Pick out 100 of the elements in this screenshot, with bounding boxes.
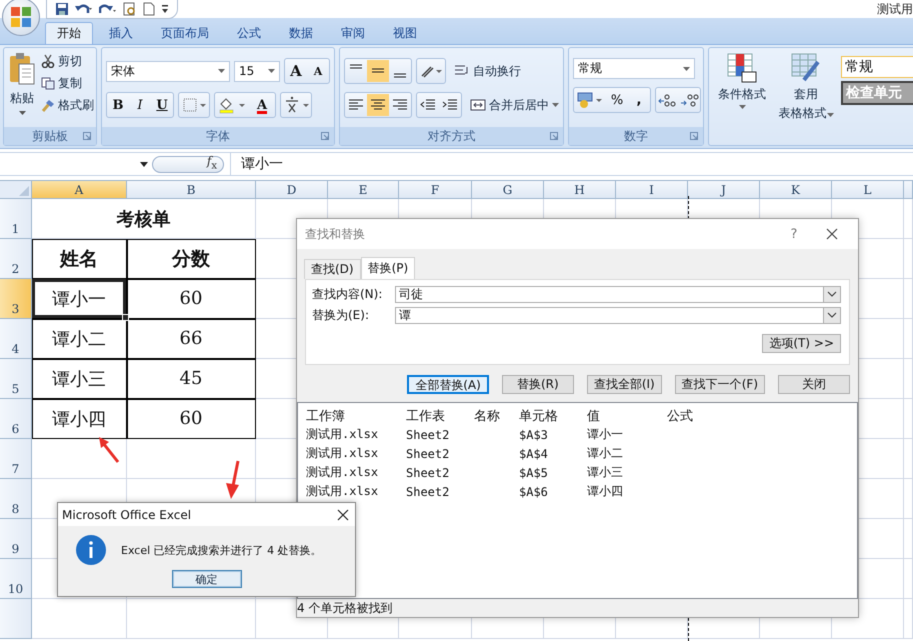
number-format-dropdown[interactable]: 常规: [573, 58, 695, 79]
column-header[interactable]: 公式: [667, 406, 787, 424]
dialog-button[interactable]: 全部替换(A): [407, 375, 489, 394]
row-header[interactable]: 10: [0, 559, 32, 599]
table-cell[interactable]: 45: [127, 359, 256, 399]
empty-cell[interactable]: [904, 439, 913, 479]
row-header[interactable]: 7: [0, 439, 32, 479]
cell-style-normal[interactable]: 常规: [841, 56, 913, 78]
row-header[interactable]: 3: [0, 279, 32, 319]
column-header[interactable]: B: [127, 181, 256, 199]
result-cell[interactable]: $A$4: [519, 446, 587, 460]
row-header[interactable]: 2: [0, 239, 32, 279]
empty-cell[interactable]: [904, 239, 913, 279]
column-header[interactable]: H: [544, 181, 616, 199]
dialog-button[interactable]: 查找全部(I): [586, 375, 662, 394]
merge-center-button[interactable]: 合并后居中: [470, 96, 559, 114]
dropdown-icon[interactable]: [140, 162, 148, 166]
result-cell[interactable]: Sheet2: [406, 428, 474, 442]
empty-cell[interactable]: [904, 359, 913, 399]
dialog-button[interactable]: 关闭: [778, 375, 850, 394]
table-cell[interactable]: 谭小三: [32, 359, 127, 399]
empty-cell[interactable]: [904, 399, 913, 439]
grow-font-button[interactable]: A: [285, 60, 307, 82]
bold-button[interactable]: B: [107, 94, 129, 116]
table-cell[interactable]: 谭小四: [32, 399, 127, 439]
horizontal-align-icon[interactable]: [367, 94, 389, 116]
conditional-format-button[interactable]: 条件格式: [713, 52, 771, 141]
result-cell[interactable]: 谭小四: [587, 483, 667, 500]
input-field[interactable]: 谭: [395, 306, 824, 324]
result-cell[interactable]: 谭小一: [587, 426, 667, 443]
result-cell[interactable]: Sheet2: [406, 466, 474, 480]
ribbon-tab[interactable]: 视图: [381, 22, 429, 44]
underline-button[interactable]: U: [151, 94, 173, 116]
options-button[interactable]: 选项(T) >>: [762, 334, 841, 353]
column-header[interactable]: 工作簿: [306, 406, 406, 424]
ok-button[interactable]: 确定: [172, 570, 242, 588]
dialog-button[interactable]: 查找下一个(F): [674, 375, 765, 394]
result-cell[interactable]: Sheet2: [406, 446, 474, 460]
help-button[interactable]: ?: [782, 223, 806, 245]
row-header[interactable]: 8: [0, 479, 32, 519]
percent-button[interactable]: %: [606, 89, 628, 111]
result-cell[interactable]: $A$3: [519, 428, 587, 442]
undo-icon[interactable]: [75, 2, 93, 16]
ribbon-tab[interactable]: 审阅: [329, 22, 377, 44]
dropdown-button[interactable]: [824, 286, 841, 302]
column-header[interactable]: 名称: [474, 406, 519, 424]
empty-cell[interactable]: [904, 599, 913, 639]
wrap-text-button[interactable]: 自动换行: [454, 62, 521, 80]
ribbon-tab[interactable]: 插入: [97, 22, 145, 44]
empty-cell[interactable]: [904, 319, 913, 359]
save-icon[interactable]: [55, 2, 69, 16]
table-cell[interactable]: 谭小二: [32, 319, 127, 359]
dialog-tab[interactable]: 替换(P): [360, 257, 416, 279]
comma-button[interactable]: ,: [628, 89, 650, 111]
result-cell[interactable]: 测试用.xlsx: [306, 483, 406, 500]
italic-button[interactable]: I: [129, 94, 151, 116]
format-painter-button[interactable]: 格式刷: [41, 96, 94, 114]
function-button[interactable]: f$_{x}$: [152, 156, 224, 172]
row-header[interactable]: 1: [0, 199, 32, 239]
formula-field[interactable]: 谭小一: [230, 153, 913, 175]
row-header[interactable]: 5: [0, 359, 32, 399]
table-cell[interactable]: 66: [127, 319, 256, 359]
fill-handle[interactable]: [122, 314, 129, 321]
result-cell[interactable]: 谭小二: [587, 445, 667, 462]
empty-cell[interactable]: [127, 439, 256, 479]
table-cell[interactable]: 谭小一: [32, 279, 127, 319]
copy-button[interactable]: 复制: [41, 74, 94, 92]
table-header-cell[interactable]: 分数: [127, 239, 256, 279]
result-cell[interactable]: 测试用.xlsx: [306, 445, 406, 462]
customize-icon[interactable]: [161, 4, 169, 14]
column-header[interactable]: 工作表: [406, 406, 474, 424]
result-cell[interactable]: 测试用.xlsx: [306, 426, 406, 443]
empty-cell[interactable]: [904, 519, 913, 559]
empty-cell[interactable]: [127, 599, 256, 639]
ribbon-tab[interactable]: 页面布局: [149, 22, 221, 44]
result-cell[interactable]: 谭小三: [587, 464, 667, 481]
ribbon-tab[interactable]: 数据: [277, 22, 325, 44]
result-cell[interactable]: $A$5: [519, 466, 587, 480]
row-header[interactable]: 6: [0, 399, 32, 439]
dropdown-button[interactable]: [824, 306, 841, 324]
column-header[interactable]: D: [256, 181, 328, 199]
column-header[interactable]: F: [399, 181, 472, 199]
font-name-dropdown[interactable]: 宋体: [106, 60, 230, 82]
result-cell[interactable]: Sheet2: [406, 484, 474, 498]
input-field[interactable]: 司徒: [395, 286, 824, 302]
column-header[interactable]: 单元格: [519, 406, 587, 424]
column-header[interactable]: J: [688, 181, 760, 199]
shrink-font-button[interactable]: A: [307, 60, 329, 82]
font-size-dropdown[interactable]: 15: [234, 60, 280, 82]
ribbon-tab[interactable]: 开始: [45, 22, 93, 44]
column-header[interactable]: G: [472, 181, 544, 199]
result-cell[interactable]: 测试用.xlsx: [306, 464, 406, 481]
format-as-table-button[interactable]: 套用 表格格式: [777, 52, 835, 141]
table-cell[interactable]: 60: [127, 279, 256, 319]
empty-cell[interactable]: [904, 559, 913, 599]
paste-button[interactable]: 粘贴: [6, 52, 38, 123]
cut-button[interactable]: 剪切: [41, 52, 94, 70]
document-icon[interactable]: [143, 2, 155, 16]
empty-cell[interactable]: [904, 479, 913, 519]
print-preview-icon[interactable]: [123, 2, 137, 16]
